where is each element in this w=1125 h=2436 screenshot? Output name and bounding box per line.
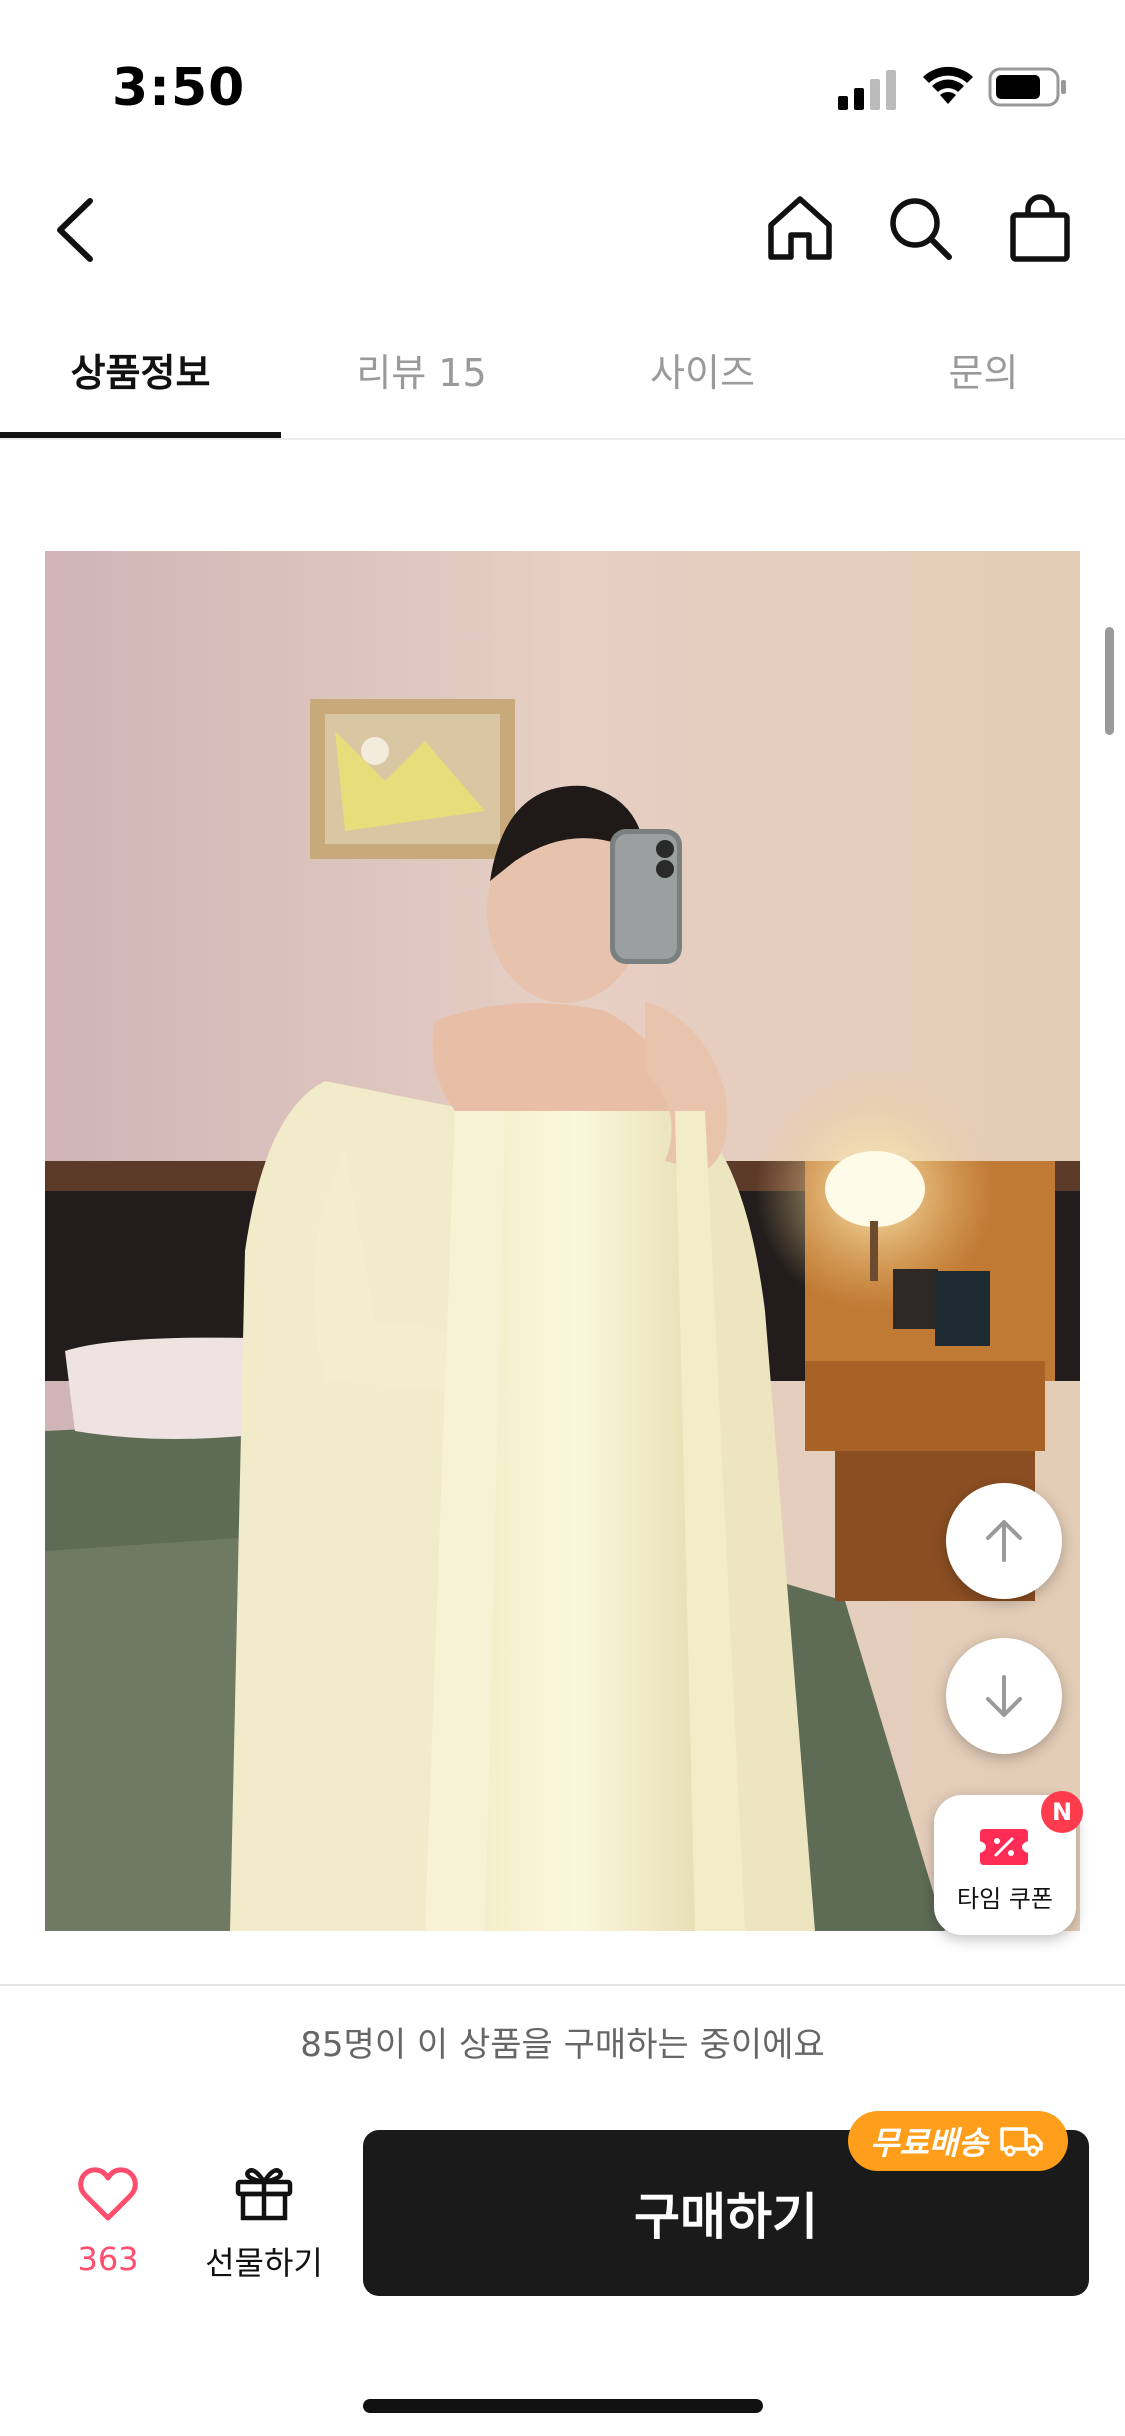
gift-button[interactable]: 선물하기 (194, 2162, 334, 2292)
tab-reviews[interactable]: 리뷰 15 (281, 320, 562, 438)
coupon-label: 타임 쿠폰 (957, 1885, 1053, 1913)
time-coupon-button[interactable]: 타임 쿠폰 N (934, 1791, 1083, 1935)
arrow-down-icon (986, 1675, 1022, 1717)
new-badge: N (1041, 1791, 1083, 1833)
home-icon (768, 196, 832, 260)
product-image (45, 551, 1080, 1931)
search-button[interactable] (880, 188, 960, 268)
truck-icon (1000, 2127, 1043, 2157)
product-tabs: 상품정보 리뷰 15 사이즈 문의 (0, 320, 1125, 440)
scroll-to-top-button[interactable] (946, 1483, 1062, 1599)
buyers-notice: 85명이 이 상품을 구매하는 중이에요 (0, 1984, 1125, 2098)
arrow-up-icon (986, 1520, 1022, 1562)
tab-size[interactable]: 사이즈 (562, 320, 843, 438)
heart-icon (78, 2167, 138, 2221)
tab-inquiry[interactable]: 문의 (843, 320, 1124, 438)
free-shipping-badge: 무료배송 (848, 2111, 1068, 2171)
scroll-to-bottom-button[interactable] (946, 1638, 1062, 1754)
wifi-icon (923, 66, 973, 104)
tab-active-indicator (0, 432, 281, 438)
shopping-bag-icon (1010, 194, 1070, 262)
cellular-signal-icon (838, 70, 896, 110)
like-button[interactable]: 363 (60, 2166, 156, 2286)
scroll-indicator[interactable] (1105, 627, 1114, 735)
gift-icon (235, 2168, 293, 2221)
battery-icon (988, 67, 1066, 107)
tab-product-info[interactable]: 상품정보 (0, 320, 281, 438)
back-button[interactable] (40, 190, 110, 270)
status-time: 3:50 (112, 58, 246, 118)
product-photo (45, 551, 1080, 1931)
search-icon (890, 198, 952, 260)
status-bar: 3:50 (0, 0, 1125, 150)
coupon-icon (980, 1829, 1028, 1865)
gift-label: 선물하기 (205, 2244, 323, 2282)
nav-bar (0, 170, 1125, 280)
free-shipping-label: 무료배송 (870, 2124, 988, 2162)
shopping-bag-button[interactable] (1000, 188, 1080, 268)
bottom-action-bar: 363 선물하기 구매하기 무료배송 (0, 2096, 1125, 2436)
like-count: 363 (77, 2240, 139, 2278)
home-button[interactable] (760, 188, 840, 268)
chevron-left-icon (57, 198, 93, 262)
home-indicator (363, 2399, 763, 2413)
